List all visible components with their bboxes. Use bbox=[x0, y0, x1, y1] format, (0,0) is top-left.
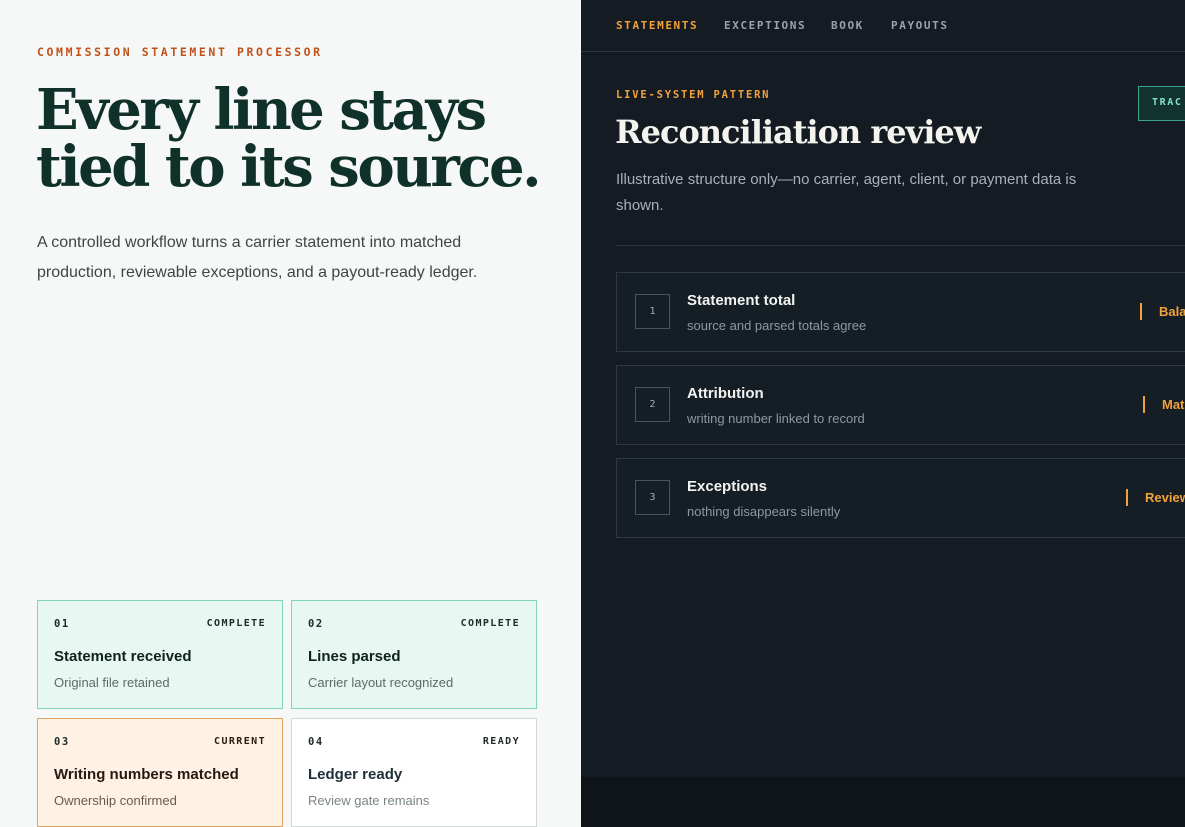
step-number: 02 bbox=[308, 618, 324, 630]
step-card-writing-numbers-matched: 03 CURRENT Writing numbers matched Owner… bbox=[37, 718, 283, 827]
nav-payouts[interactable]: PAYOUTS bbox=[891, 19, 949, 32]
row-description: source and parsed totals agree bbox=[687, 318, 867, 333]
row-status-badge: Review bbox=[1126, 489, 1185, 506]
row-step-number: 1 bbox=[635, 294, 670, 329]
review-row-statement-total[interactable]: 1 Statement total source and parsed tota… bbox=[616, 272, 1185, 352]
step-subtitle: Original file retained bbox=[54, 675, 170, 690]
step-title: Lines parsed bbox=[308, 648, 401, 665]
step-subtitle: Review gate remains bbox=[308, 793, 430, 808]
hero-headline: Every line stays tied to its source. bbox=[36, 82, 576, 196]
track-button[interactable]: TRAC bbox=[1138, 86, 1185, 121]
step-status: COMPLETE bbox=[460, 618, 520, 629]
row-status-badge: Mat bbox=[1143, 396, 1184, 413]
step-title: Writing numbers matched bbox=[54, 766, 239, 783]
step-status: COMPLETE bbox=[206, 618, 266, 629]
review-row-attribution[interactable]: 2 Attribution writing number linked to r… bbox=[616, 365, 1185, 445]
step-subtitle: Ownership confirmed bbox=[54, 793, 177, 808]
row-label: Attribution bbox=[687, 385, 764, 402]
nav-statements[interactable]: STATEMENTS bbox=[616, 19, 698, 32]
nav-book[interactable]: BOOK bbox=[831, 19, 864, 32]
step-subtitle: Carrier layout recognized bbox=[308, 675, 454, 690]
hero-eyebrow: COMMISSION STATEMENT PROCESSOR bbox=[37, 45, 323, 59]
review-description: Illustrative structure only—no carrier, … bbox=[616, 171, 1077, 214]
step-title: Statement received bbox=[54, 648, 192, 665]
row-description: nothing disappears silently bbox=[687, 504, 841, 519]
step-number: 03 bbox=[54, 736, 70, 748]
step-status: READY bbox=[482, 736, 520, 747]
step-number: 04 bbox=[308, 736, 324, 748]
pattern-eyebrow: LIVE-SYSTEM PATTERN bbox=[616, 89, 771, 101]
nav-exceptions[interactable]: EXCEPTIONS bbox=[724, 19, 806, 32]
hero-panel: COMMISSION STATEMENT PROCESSOR Every lin… bbox=[0, 0, 581, 827]
hero-lede: A controlled workflow turns a carrier st… bbox=[37, 234, 478, 281]
row-description: writing number linked to record bbox=[687, 411, 865, 426]
review-row-exceptions[interactable]: 3 Exceptions nothing disappears silently… bbox=[616, 458, 1185, 538]
review-panel: STATEMENTS EXCEPTIONS BOOK PAYOUTS LIVE-… bbox=[581, 0, 1185, 827]
review-title: Reconciliation review bbox=[615, 113, 981, 151]
footer-band bbox=[581, 777, 1185, 827]
headline-line-2: tied to its source. bbox=[36, 134, 542, 200]
row-status-badge: Bala bbox=[1140, 303, 1185, 320]
step-card-ledger-ready: 04 READY Ledger ready Review gate remain… bbox=[291, 718, 537, 827]
row-step-number: 3 bbox=[635, 480, 670, 515]
top-nav: STATEMENTS EXCEPTIONS BOOK PAYOUTS bbox=[581, 0, 1185, 52]
step-card-lines-parsed: 02 COMPLETE Lines parsed Carrier layout … bbox=[291, 600, 537, 709]
row-step-number: 2 bbox=[635, 387, 670, 422]
step-status: CURRENT bbox=[214, 736, 266, 747]
step-title: Ledger ready bbox=[308, 766, 403, 783]
row-label: Exceptions bbox=[687, 478, 768, 495]
step-number: 01 bbox=[54, 618, 70, 630]
row-label: Statement total bbox=[687, 292, 796, 309]
headline-line-1: Every line stays bbox=[36, 77, 487, 143]
step-card-statement-received: 01 COMPLETE Statement received Original … bbox=[37, 600, 283, 709]
section-divider bbox=[616, 245, 1185, 246]
